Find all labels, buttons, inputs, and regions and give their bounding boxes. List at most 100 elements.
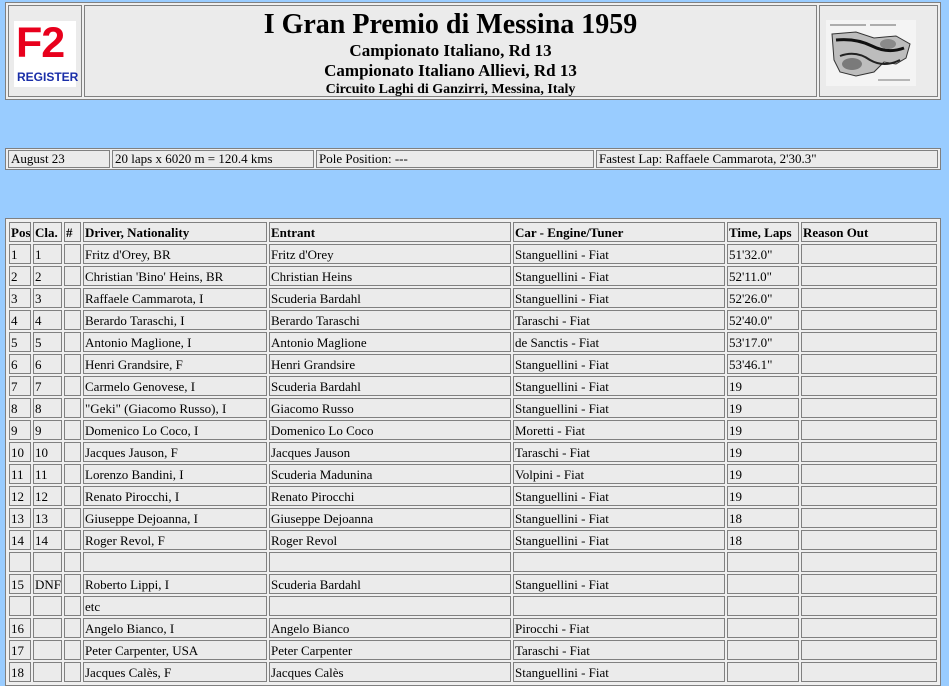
entrant-cell: Christian Heins	[269, 266, 511, 286]
race-info-bar: August 23 20 laps x 6020 m = 120.4 kms P…	[5, 148, 941, 170]
time-cell: 19	[727, 398, 799, 418]
entrant-cell: Antonio Maglione	[269, 332, 511, 352]
class-cell: 8	[33, 398, 62, 418]
col-header-time: Time, Laps	[727, 222, 799, 242]
pos-cell: 8	[9, 398, 31, 418]
reason-cell	[801, 662, 937, 682]
class-cell	[33, 596, 62, 616]
number-cell	[64, 508, 81, 528]
race-date: August 23	[8, 150, 110, 168]
time-cell: 19	[727, 420, 799, 440]
table-row: 1 1 Fritz d'Orey, BR Fritz d'Orey Stanguelli…	[9, 244, 937, 264]
driver-cell: Lorenzo Bandini, I	[83, 464, 267, 484]
driver-cell: Jacques Calès, F	[83, 662, 267, 682]
car-cell: Volpini - Fiat	[513, 464, 725, 484]
table-row: 9 9 Domenico Lo Coco, I Domenico Lo Coco Mor…	[9, 420, 937, 440]
car-cell: Stanguellini - Fiat	[513, 266, 725, 286]
table-row: 17 Peter Carpenter, USA Peter Carpenter Tar…	[9, 640, 937, 660]
driver-cell: Fritz d'Orey, BR	[83, 244, 267, 264]
number-cell	[64, 244, 81, 264]
circuit-map-image[interactable]	[826, 20, 916, 86]
number-cell	[64, 354, 81, 374]
page-title: I Gran Premio di Messina 1959	[263, 9, 638, 40]
car-cell: Stanguellini - Fiat	[513, 288, 725, 308]
driver-cell: Jacques Jauson, F	[83, 442, 267, 462]
reason-cell	[801, 640, 937, 660]
entrant-cell: Angelo Bianco	[269, 618, 511, 638]
reason-cell	[801, 464, 937, 484]
pos-cell: 10	[9, 442, 31, 462]
car-cell	[513, 552, 725, 572]
table-row: 10 10 Jacques Jauson, F Jacques Jauson Taras…	[9, 442, 937, 462]
pos-cell: 12	[9, 486, 31, 506]
time-cell: 19	[727, 442, 799, 462]
car-cell: Stanguellini - Fiat	[513, 662, 725, 682]
f2-register-logo[interactable]: F2 REGISTER	[14, 19, 78, 87]
col-header-car: Car - Engine/Tuner	[513, 222, 725, 242]
reason-cell	[801, 442, 937, 462]
table-header-row: Pos Cla. # Driver, Nationality Entrant C…	[9, 222, 937, 242]
time-cell	[727, 662, 799, 682]
table-row: 2 2 Christian 'Bino' Heins, BR Christian He…	[9, 266, 937, 286]
table-row: 6 6 Henri Grandsire, F Henri Grandsire Stang…	[9, 354, 937, 374]
col-header-driver: Driver, Nationality	[83, 222, 267, 242]
pos-cell: 11	[9, 464, 31, 484]
logo-cell: F2 REGISTER	[8, 5, 82, 97]
driver-cell: Antonio Maglione, I	[83, 332, 267, 352]
pos-cell: 4	[9, 310, 31, 330]
number-cell	[64, 288, 81, 308]
driver-cell: Raffaele Cammarota, I	[83, 288, 267, 308]
pos-cell: 17	[9, 640, 31, 660]
class-cell: 14	[33, 530, 62, 550]
entrant-cell: Giacomo Russo	[269, 398, 511, 418]
number-cell	[64, 552, 81, 572]
number-cell	[64, 310, 81, 330]
time-cell: 18	[727, 508, 799, 528]
table-row: 15 DNF Roberto Lippi, I Scuderia Bardahl Sta…	[9, 574, 937, 594]
reason-cell	[801, 574, 937, 594]
reason-cell	[801, 398, 937, 418]
logo-text: F2	[16, 19, 65, 67]
table-row: 5 5 Antonio Maglione, I Antonio Maglione de …	[9, 332, 937, 352]
time-cell: 51'32.0"	[727, 244, 799, 264]
car-cell: Pirocchi - Fiat	[513, 618, 725, 638]
pos-cell: 3	[9, 288, 31, 308]
header-table: F2 REGISTER I Gran Premio di Messina 195…	[5, 2, 941, 100]
class-cell: 1	[33, 244, 62, 264]
driver-cell: Renato Pirocchi, I	[83, 486, 267, 506]
reason-cell	[801, 508, 937, 528]
driver-cell: Giuseppe Dejoanna, I	[83, 508, 267, 528]
map-cell	[819, 5, 938, 97]
time-cell: 18	[727, 530, 799, 550]
car-cell: Stanguellini - Fiat	[513, 530, 725, 550]
entrant-cell: Fritz d'Orey	[269, 244, 511, 264]
table-row: etc	[9, 596, 937, 616]
table-row: 11 11 Lorenzo Bandini, I Scuderia Madunina V…	[9, 464, 937, 484]
reason-cell	[801, 266, 937, 286]
class-cell	[33, 640, 62, 660]
driver-cell: Henri Grandsire, F	[83, 354, 267, 374]
number-cell	[64, 640, 81, 660]
results-table: Pos Cla. # Driver, Nationality Entrant C…	[7, 220, 939, 684]
car-cell: Taraschi - Fiat	[513, 442, 725, 462]
reason-cell	[801, 552, 937, 572]
entrant-cell: Scuderia Madunina	[269, 464, 511, 484]
reason-cell	[801, 530, 937, 550]
entrant-cell: Renato Pirocchi	[269, 486, 511, 506]
race-distance: 20 laps x 6020 m = 120.4 kms	[112, 150, 314, 168]
driver-cell: Carmelo Genovese, I	[83, 376, 267, 396]
pos-cell: 5	[9, 332, 31, 352]
driver-cell: Angelo Bianco, I	[83, 618, 267, 638]
car-cell: Stanguellini - Fiat	[513, 574, 725, 594]
car-cell: Stanguellini - Fiat	[513, 486, 725, 506]
col-header-reason: Reason Out	[801, 222, 937, 242]
class-cell: 9	[33, 420, 62, 440]
entrant-cell: Jacques Calès	[269, 662, 511, 682]
class-cell: 4	[33, 310, 62, 330]
pos-cell: 13	[9, 508, 31, 528]
entrant-cell: Henri Grandsire	[269, 354, 511, 374]
entrant-cell: Domenico Lo Coco	[269, 420, 511, 440]
col-header-entrant: Entrant	[269, 222, 511, 242]
table-row: 13 13 Giuseppe Dejoanna, I Giuseppe Dejoann…	[9, 508, 937, 528]
col-header-class: Cla.	[33, 222, 62, 242]
